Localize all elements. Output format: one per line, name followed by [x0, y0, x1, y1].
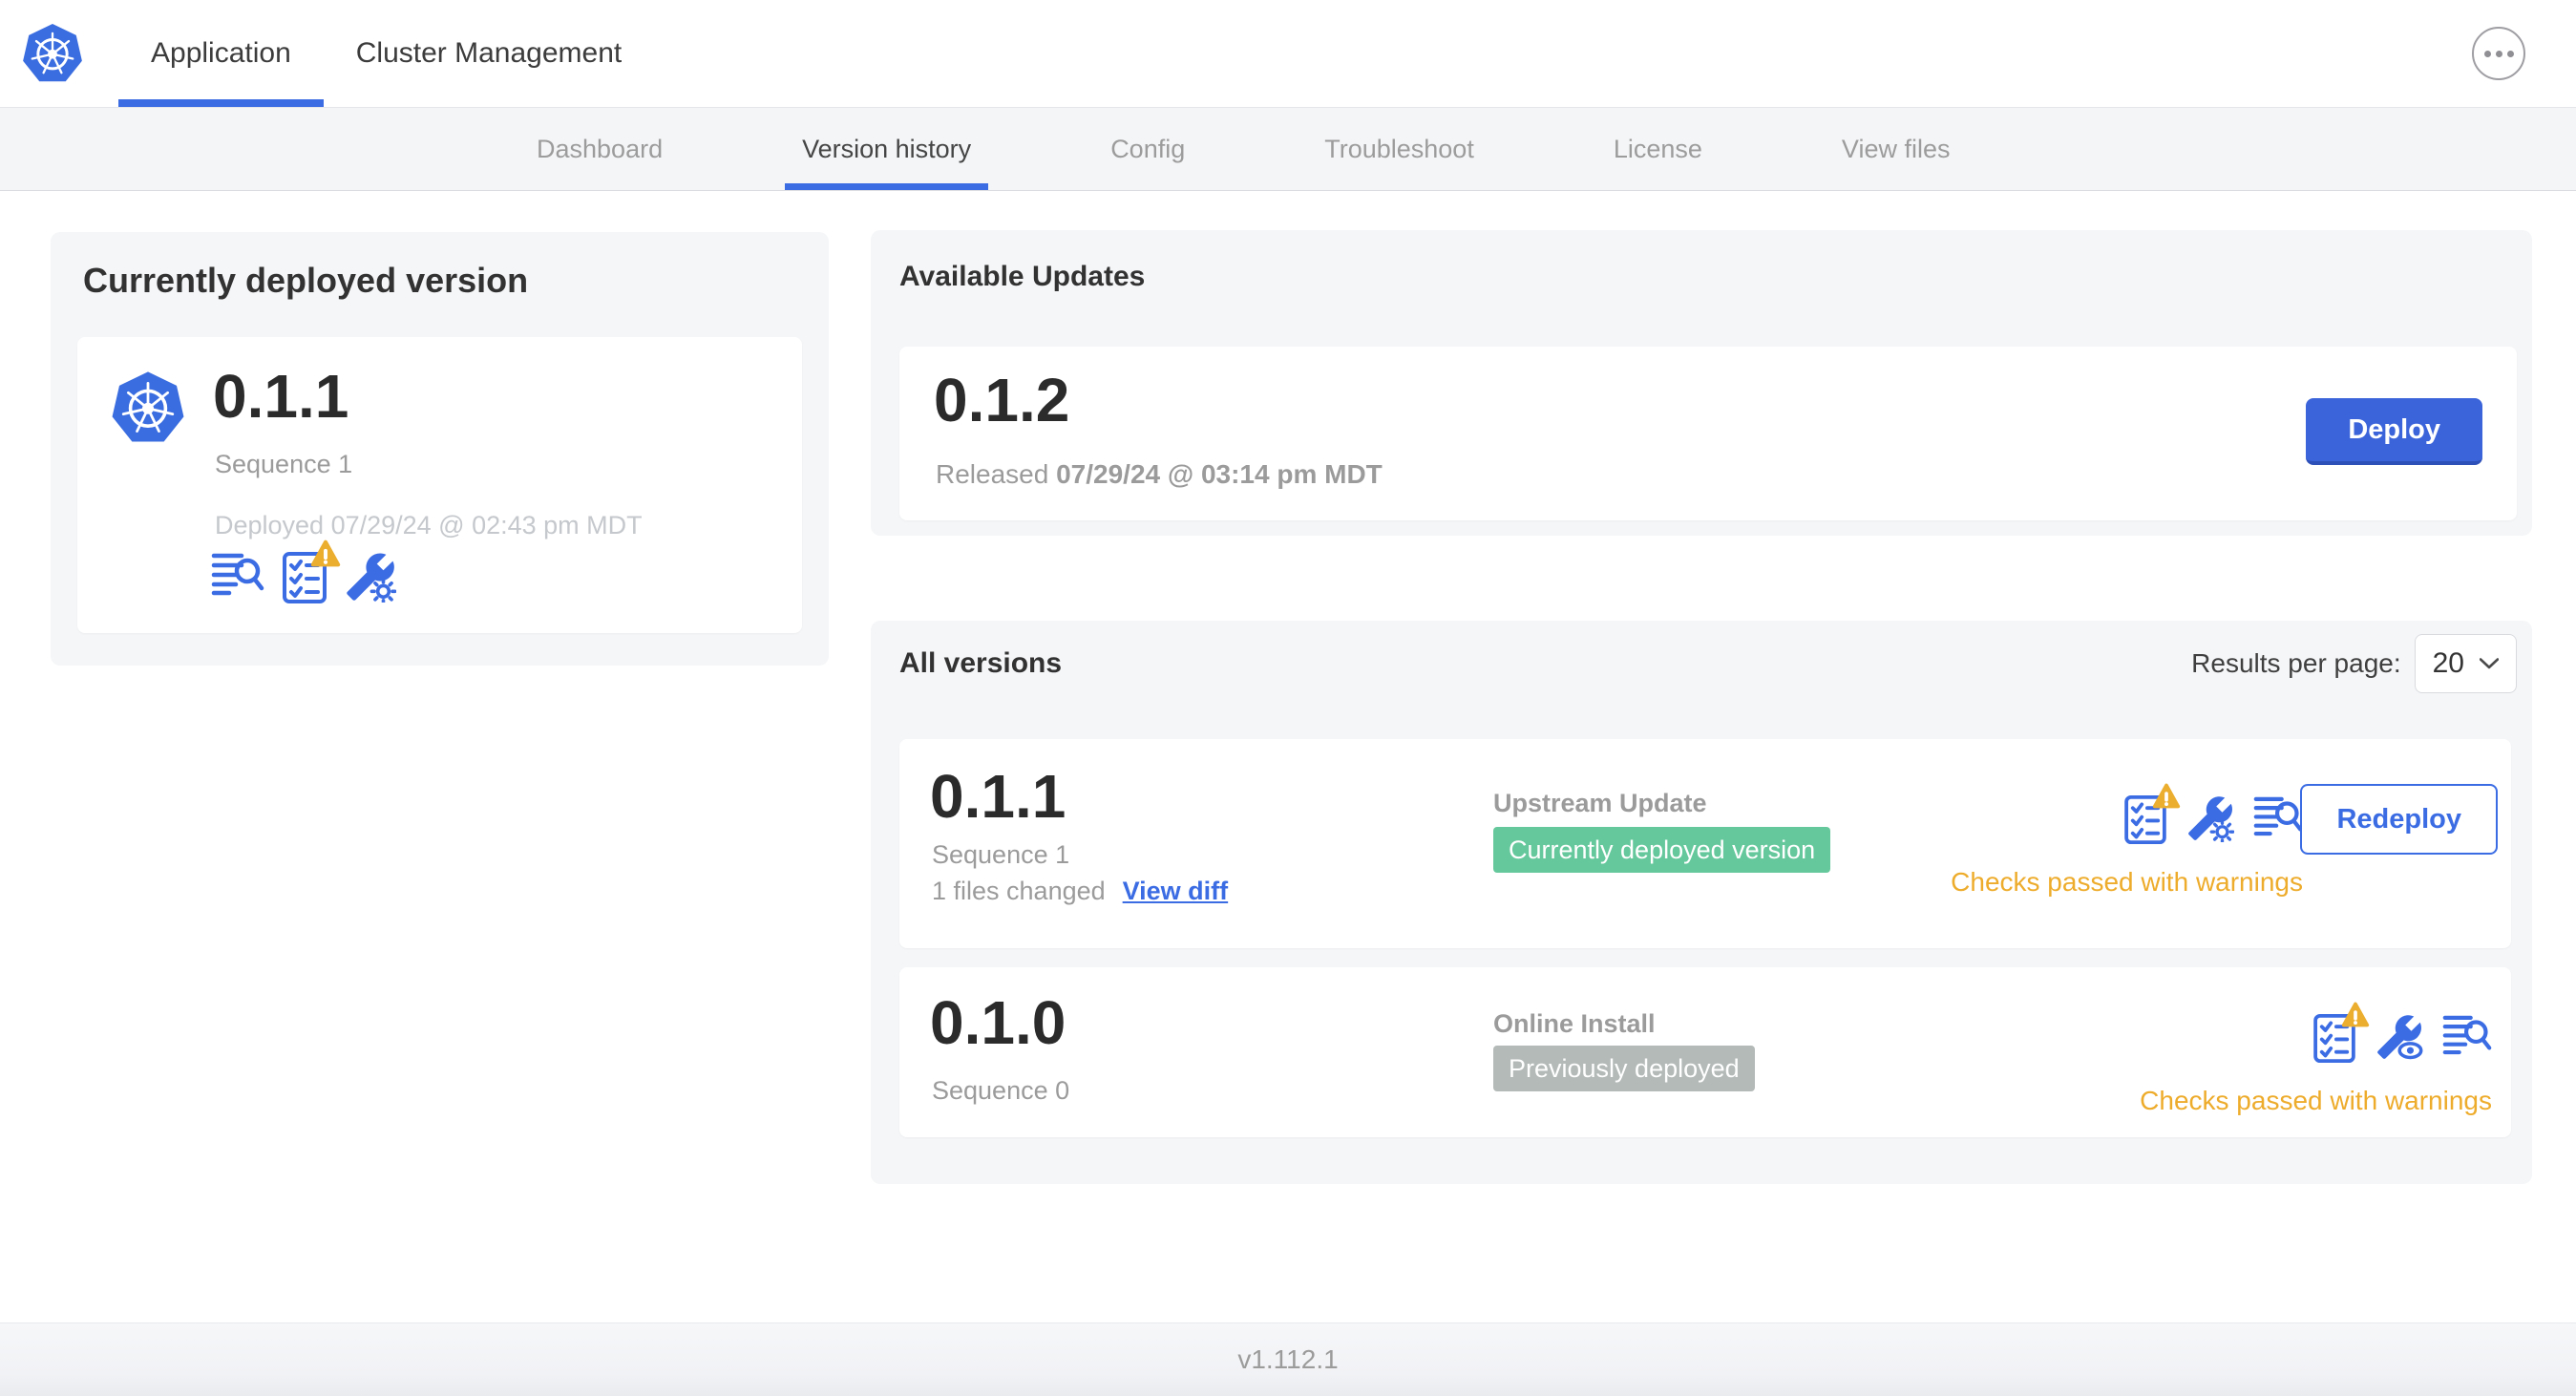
preflight-status-link[interactable]: Checks passed with warnings: [1951, 867, 2303, 898]
tab-license[interactable]: License: [1606, 108, 1710, 190]
redeploy-button[interactable]: Redeploy: [2300, 784, 2498, 855]
tab-version-history[interactable]: Version history: [785, 108, 989, 190]
release-notes-icon[interactable]: [211, 551, 264, 602]
kubernetes-logo-icon[interactable]: [21, 22, 84, 85]
all-versions-card: All versions Results per page: 20 0.1.1 …: [871, 621, 2532, 1184]
eye-glyph: [2397, 1042, 2423, 1060]
released-timestamp: 07/29/24 @ 03:14 pm MDT: [1056, 459, 1383, 489]
config-gear-icon[interactable]: [2186, 794, 2235, 847]
currently-deployed-title: Currently deployed version: [83, 261, 529, 300]
released-label: Released: [936, 459, 1049, 489]
ellipsis-icon: [2483, 50, 2491, 57]
version-history-page: Application Cluster Management Dashboard…: [0, 0, 2576, 1396]
header-tabs: Application Cluster Management: [118, 0, 654, 107]
view-diff-link[interactable]: View diff: [1123, 877, 1229, 906]
tab-troubleshoot[interactable]: Troubleshoot: [1317, 108, 1482, 190]
preflight-warning-icon[interactable]: [2312, 1002, 2370, 1068]
app-header: Application Cluster Management: [0, 0, 2576, 107]
version-source-label: Upstream Update: [1493, 789, 1707, 817]
currently-deployed-panel: 0.1.1 Sequence 1 Deployed 07/29/24 @ 02:…: [77, 337, 802, 633]
files-changed-label: 1 files changed: [932, 877, 1106, 905]
subnav-tabs: Dashboard Version history Config Trouble…: [529, 108, 1957, 190]
version-row-0-1-1: 0.1.1 Sequence 1 1 files changed View di…: [899, 739, 2511, 948]
deployed-timestamp: Deployed 07/29/24 @ 02:43 pm MDT: [215, 511, 643, 539]
release-notes-icon[interactable]: [2442, 1013, 2492, 1061]
files-changed-line: 1 files changed View diff: [932, 877, 1228, 906]
results-per-page-value: 20: [2432, 647, 2464, 679]
preflight-warning-icon[interactable]: [282, 539, 341, 609]
checks-block: Checks passed with warnings: [2140, 1002, 2492, 1116]
available-update-row: 0.1.2 Released 07/29/24 @ 03:14 pm MDT D…: [899, 347, 2517, 520]
ellipsis-menu-button[interactable]: [2472, 27, 2525, 80]
tab-view-files[interactable]: View files: [1834, 108, 1958, 190]
results-per-page-label: Results per page:: [2191, 648, 2401, 678]
warning-triangle-icon: [2152, 783, 2181, 809]
all-versions-title: All versions: [899, 647, 1063, 679]
app-footer: v1.112.1: [0, 1322, 2576, 1396]
deployed-version-actions: [211, 539, 397, 609]
version-row-0-1-0: 0.1.0 Sequence 0 Online Install Previous…: [899, 967, 2511, 1137]
update-released-line: Released 07/29/24 @ 03:14 pm MDT: [936, 459, 1383, 490]
console-version: v1.112.1: [1237, 1344, 1339, 1374]
results-per-page-select[interactable]: 20: [2414, 634, 2517, 693]
currently-deployed-badge: Currently deployed version: [1493, 827, 1831, 873]
results-per-page: Results per page: 20: [2191, 634, 2517, 693]
warning-triangle-icon: [2341, 1002, 2370, 1027]
tab-config[interactable]: Config: [1103, 108, 1193, 190]
preflight-warning-icon[interactable]: [2123, 783, 2181, 850]
deploy-button[interactable]: Deploy: [2306, 398, 2482, 465]
previously-deployed-badge: Previously deployed: [1493, 1046, 1755, 1091]
chevron-down-icon: [2480, 658, 2499, 669]
tab-dashboard[interactable]: Dashboard: [529, 108, 670, 190]
deployed-sequence: Sequence 1: [215, 450, 353, 478]
row-sequence: Sequence 0: [932, 1076, 1070, 1105]
warning-triangle-icon: [310, 539, 341, 567]
row-version-number: 0.1.1: [930, 762, 1066, 831]
row-version-actions: [2123, 783, 2303, 850]
config-view-icon[interactable]: [2375, 1013, 2423, 1066]
update-version-number: 0.1.2: [934, 366, 1070, 434]
config-gear-icon[interactable]: [345, 551, 397, 607]
version-source-label: Online Install: [1493, 1009, 1656, 1038]
app-subnav: Dashboard Version history Config Trouble…: [0, 107, 2576, 191]
checks-block: Checks passed with warnings: [1951, 783, 2303, 898]
release-notes-icon[interactable]: [2253, 794, 2303, 842]
preflight-status-link[interactable]: Checks passed with warnings: [2140, 1086, 2492, 1116]
tab-application[interactable]: Application: [118, 0, 324, 107]
currently-deployed-card: Currently deployed version 0.1.1 Sequenc…: [51, 232, 829, 666]
row-sequence: Sequence 1: [932, 840, 1070, 869]
tab-cluster-management[interactable]: Cluster Management: [324, 0, 654, 107]
available-updates-title: Available Updates: [899, 261, 1146, 292]
row-version-number: 0.1.0: [930, 988, 1066, 1057]
available-updates-card: Available Updates 0.1.2 Released 07/29/2…: [871, 230, 2532, 536]
deployed-version-number: 0.1.1: [213, 362, 349, 431]
row-version-actions: [2312, 1002, 2492, 1068]
kubernetes-app-icon: [112, 371, 184, 442]
